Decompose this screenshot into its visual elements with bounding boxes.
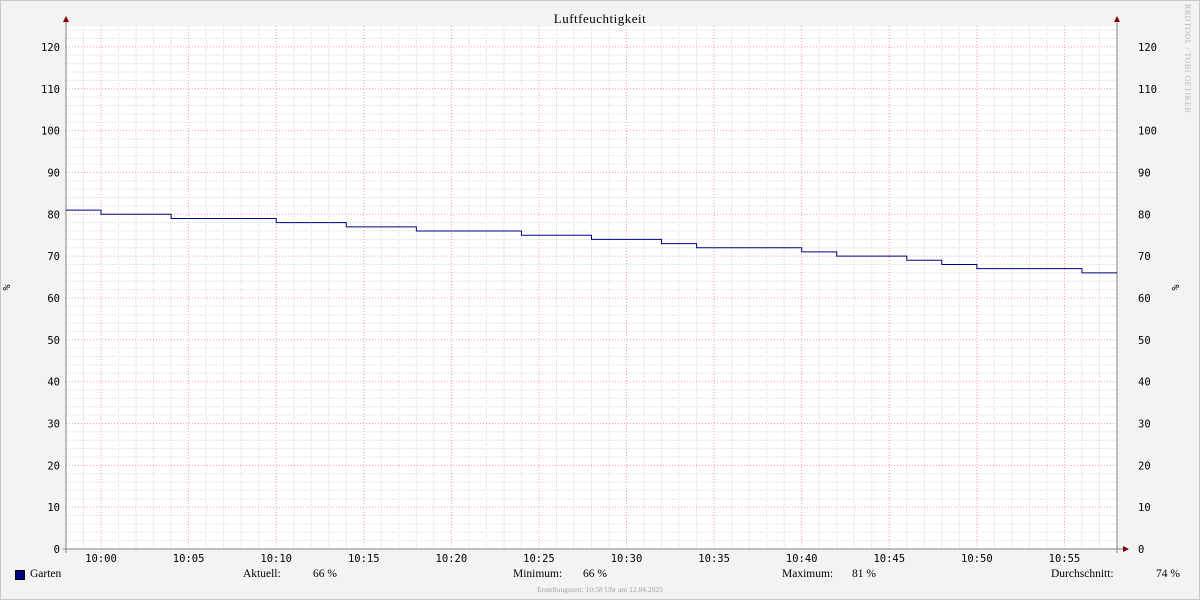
legend-current-value: 66 % (313, 568, 337, 580)
legend-max-label: Maximum: (782, 568, 834, 580)
y-tick-label-right: 20 (1138, 460, 1151, 472)
y-axis-label-right: % (1171, 284, 1182, 290)
y-tick-label-right: 60 (1138, 293, 1151, 305)
y-axis-left-arrow (63, 16, 69, 22)
y-tick-label-right: 0 (1138, 544, 1144, 556)
y-tick-label-right: 70 (1138, 251, 1151, 263)
y-axis-label-left: % (2, 284, 13, 290)
chart-canvas: 0 0 10 10 20 20 30 30 40 40 50 50 60 60 70 70 80 80 90 90 10… (2, 16, 1182, 565)
y-tick-label-right: 120 (1138, 42, 1157, 54)
y-tick-label-left: 60 (47, 293, 60, 305)
x-axis-arrow (1123, 546, 1129, 552)
y-tick-label-left: 120 (41, 42, 60, 54)
y-axis-right-arrow (1114, 16, 1120, 22)
y-tick-label-right: 30 (1138, 418, 1151, 430)
y-tick-label-right: 90 (1138, 167, 1151, 179)
y-tick-label-left: 40 (47, 377, 60, 389)
x-tick-label: 10:30 (611, 553, 643, 565)
y-tick-label-right: 110 (1138, 84, 1157, 96)
x-tick-label: 10:20 (436, 553, 468, 565)
legend-series-name: Garten (30, 568, 62, 580)
legend-swatch-garten (15, 570, 25, 580)
y-tick-label-left: 80 (47, 209, 60, 221)
x-tick-label: 10:45 (873, 553, 905, 565)
y-tick-label-right: 10 (1138, 502, 1151, 514)
x-tick-label: 10:15 (348, 553, 380, 565)
x-tick-label: 10:00 (85, 553, 117, 565)
x-tick-label: 10:55 (1049, 553, 1081, 565)
x-tick-label: 10:35 (698, 553, 730, 565)
y-tick-label-right: 100 (1138, 126, 1157, 138)
y-tick-label-left: 110 (41, 84, 60, 96)
y-tick-label-right: 40 (1138, 377, 1151, 389)
legend-min-value: 66 % (583, 568, 607, 580)
x-tick-label: 10:10 (260, 553, 292, 565)
legend-avg-value: 74 % (1156, 568, 1180, 580)
legend-max-value: 81 % (852, 568, 876, 580)
y-tick-label-right: 80 (1138, 209, 1151, 221)
y-tick-label-left: 70 (47, 251, 60, 263)
x-tick-label: 10:50 (961, 553, 993, 565)
x-tick-label: 10:25 (523, 553, 555, 565)
y-tick-label-left: 10 (47, 502, 60, 514)
x-tick-label: 10:40 (786, 553, 818, 565)
y-tick-label-left: 0 (54, 544, 60, 556)
legend-min-label: Minimum: (513, 568, 563, 580)
y-tick-label-right: 50 (1138, 335, 1151, 347)
y-tick-label-left: 90 (47, 167, 60, 179)
legend-avg-label: Durchschnitt: (1051, 568, 1114, 580)
y-tick-label-left: 20 (47, 460, 60, 472)
y-tick-label-left: 30 (47, 418, 60, 430)
y-tick-label-left: 50 (47, 335, 60, 347)
legend-current-label: Aktuell: (243, 568, 281, 580)
x-tick-label: 10:05 (173, 553, 205, 565)
creation-timestamp: Erstellungszeit: 10:58 Uhr am 12.04.2025 (537, 585, 663, 594)
y-tick-label-left: 100 (41, 126, 60, 138)
